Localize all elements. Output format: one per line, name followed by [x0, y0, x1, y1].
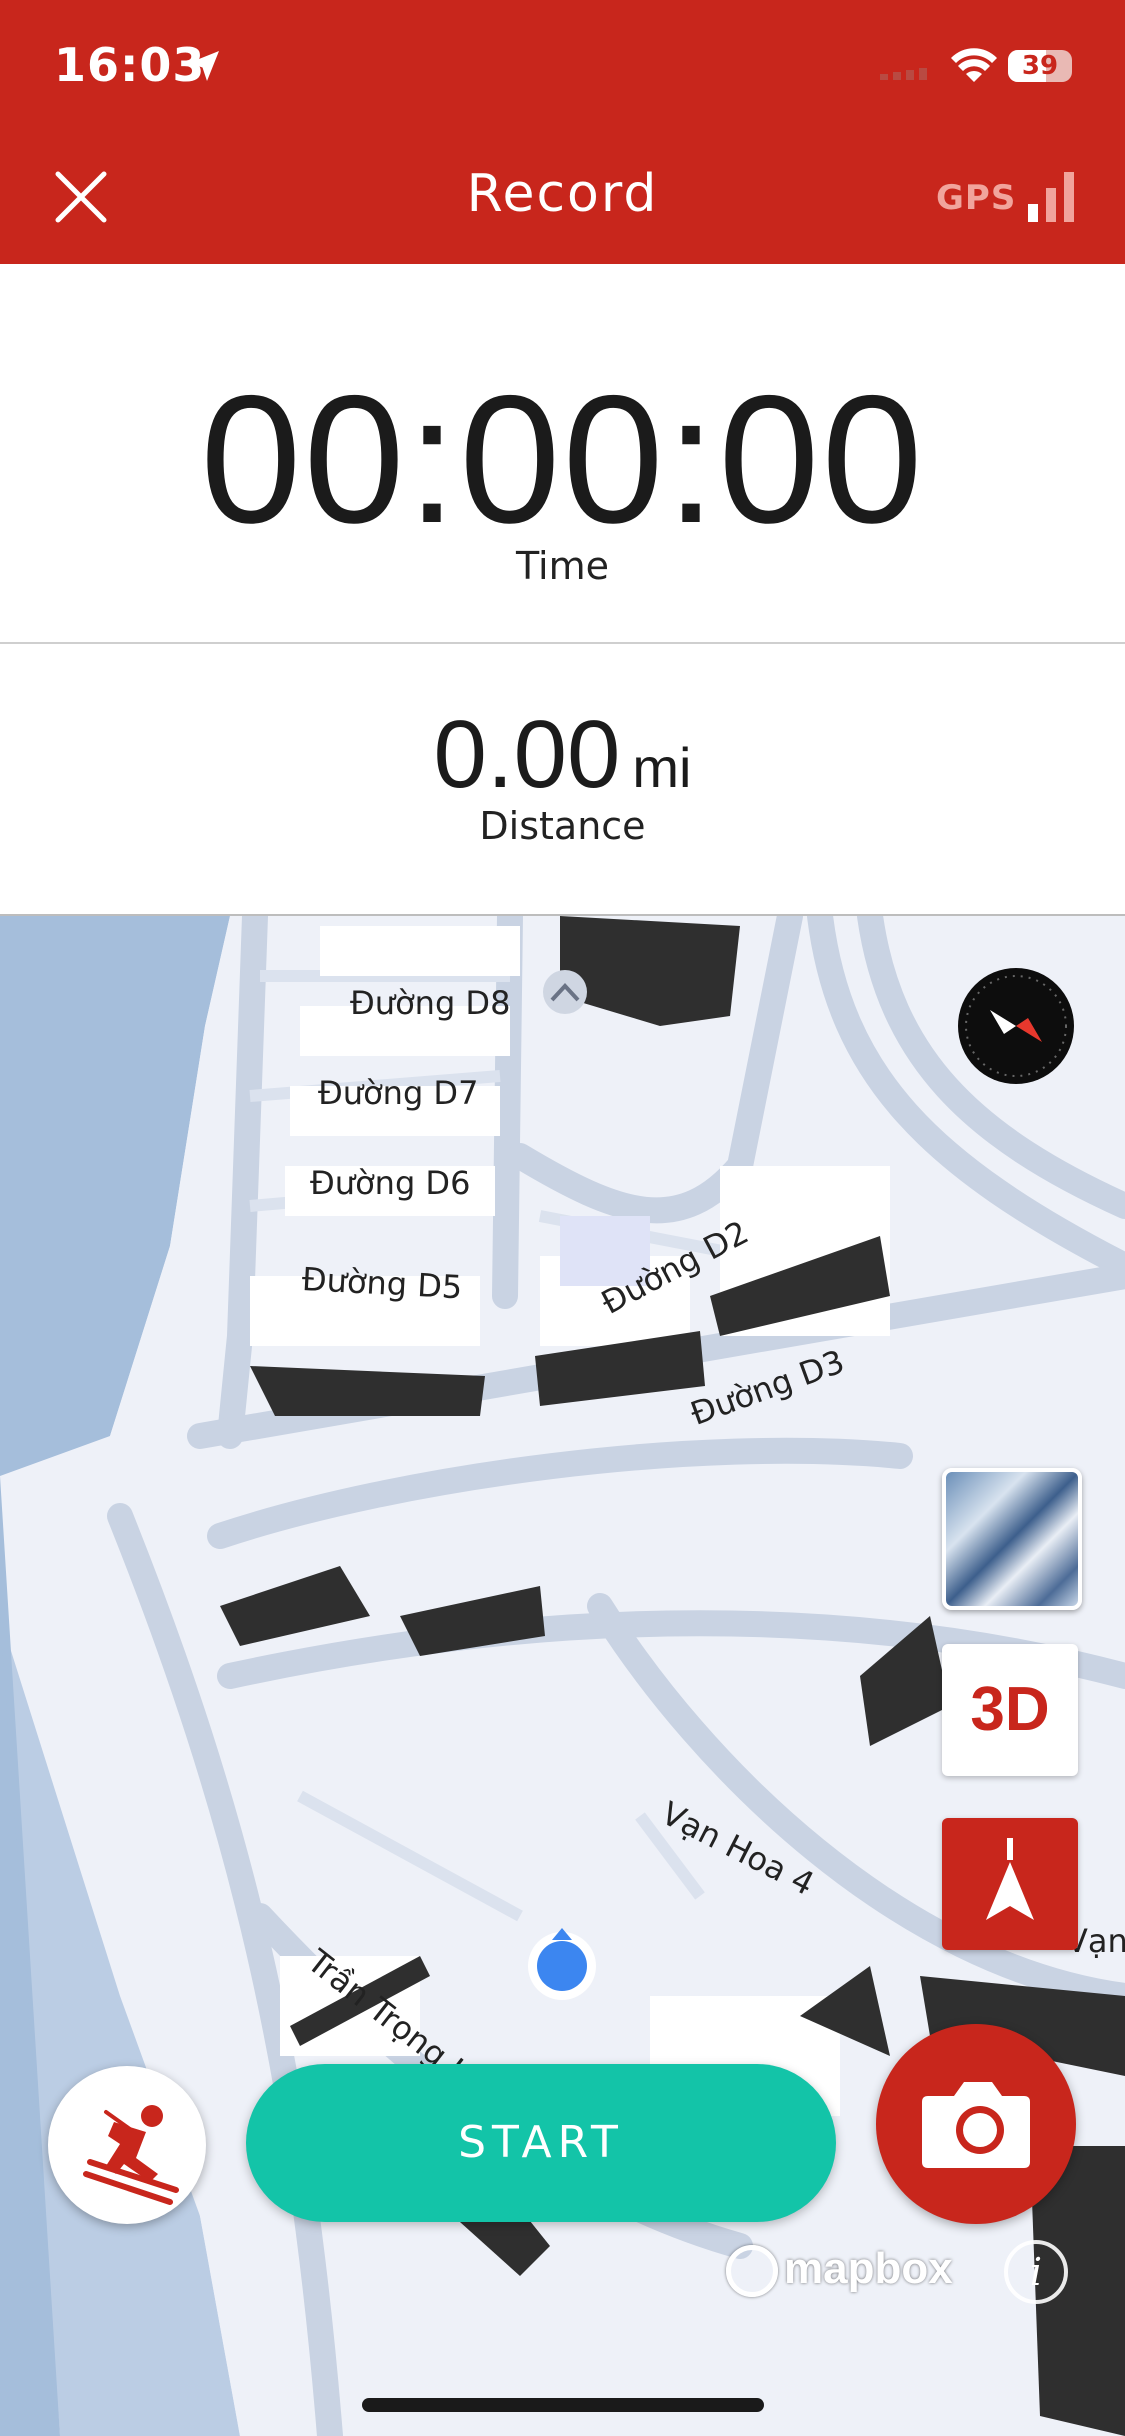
info-icon[interactable]: i — [1004, 2240, 1068, 2304]
start-button[interactable]: START — [246, 2064, 836, 2222]
distance-value: 0.00 — [433, 701, 621, 808]
wifi-icon — [951, 48, 997, 82]
mapbox-logo-icon — [726, 2245, 778, 2298]
app-header: 16:03 39 Record GPS — [0, 0, 1125, 264]
location-arrow-icon — [189, 51, 219, 81]
street-label: Đường D6 — [310, 1164, 471, 1202]
distance-unit: mi — [632, 736, 692, 799]
distance-readout: 0.00 mi — [0, 700, 1125, 810]
compass-icon — [965, 975, 1067, 1077]
timer-panel: 00:00:00 Time — [0, 264, 1125, 644]
activity-type-button[interactable] — [48, 2066, 206, 2224]
toggle-3d-button[interactable]: 3D — [942, 1644, 1078, 1776]
status-time: 16:03 — [54, 38, 206, 92]
distance-panel: 0.00 mi Distance — [0, 644, 1125, 916]
camera-button[interactable] — [876, 2024, 1076, 2224]
gps-signal-icon — [1028, 172, 1074, 222]
navigation-arrow-icon — [986, 1838, 1034, 1920]
battery-level: 39 — [1021, 51, 1059, 81]
timer-label: Time — [516, 544, 609, 588]
navigation-mode-button[interactable] — [942, 1818, 1078, 1950]
battery-icon: 39 — [1008, 50, 1072, 82]
timer-value: 00:00:00 — [200, 357, 925, 561]
camera-icon — [922, 2082, 1030, 2168]
street-label: Đường D8 — [350, 984, 511, 1022]
street-label: Đường D7 — [318, 1074, 479, 1112]
map-layer-thumbnail[interactable] — [942, 1468, 1082, 1610]
compass-button[interactable] — [958, 968, 1074, 1084]
home-indicator — [362, 2398, 764, 2412]
skier-icon — [83, 2105, 179, 2205]
mapbox-logo[interactable]: mapbox — [726, 2244, 953, 2304]
cellular-signal-icon — [880, 68, 927, 80]
mapbox-wordmark: mapbox — [784, 2244, 953, 2293]
distance-label: Distance — [479, 804, 646, 848]
gps-label: GPS — [936, 178, 1017, 218]
